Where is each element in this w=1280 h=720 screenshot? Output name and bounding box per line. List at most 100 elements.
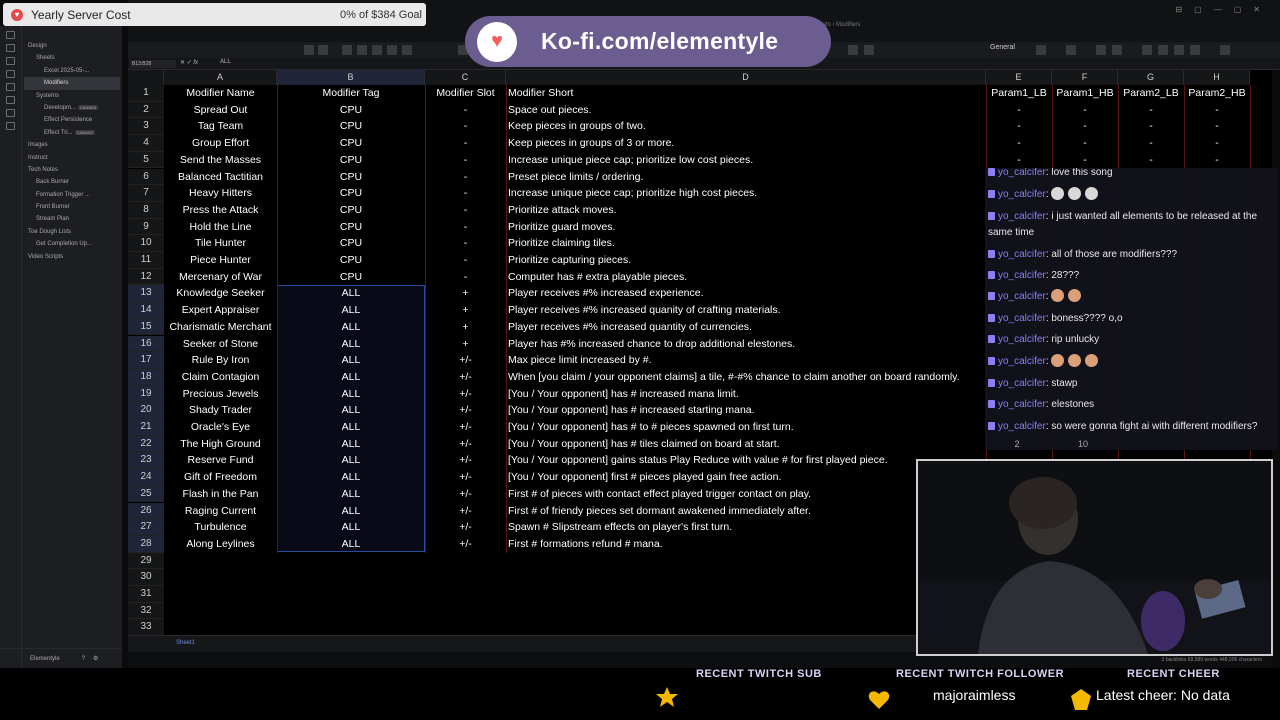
table-cell[interactable]: +/-: [425, 452, 506, 469]
table-cell[interactable]: -: [986, 135, 1052, 152]
column-header[interactable]: B: [277, 70, 425, 85]
sidebar-item[interactable]: Sheets: [24, 52, 120, 64]
table-cell[interactable]: ALL: [277, 352, 425, 369]
row-header[interactable]: 5: [128, 151, 164, 169]
table-cell[interactable]: -: [1184, 102, 1250, 119]
row-header[interactable]: 10: [128, 235, 164, 252]
chat-username[interactable]: yo_calcifer: [998, 270, 1046, 281]
table-cell[interactable]: [You / Your opponent] first # pieces pla…: [506, 469, 986, 486]
row-header[interactable]: 7: [128, 185, 164, 202]
row-header[interactable]: 23: [128, 452, 164, 470]
chat-username[interactable]: yo_calcifer: [998, 291, 1046, 302]
row-header[interactable]: 4: [128, 135, 164, 152]
table-cell[interactable]: Reserve Fund: [164, 452, 277, 469]
row-header[interactable]: 25: [128, 485, 164, 503]
merge-icon[interactable]: [864, 45, 874, 55]
table-cell[interactable]: Turbulence: [164, 519, 277, 536]
table-cell[interactable]: +/-: [425, 536, 506, 553]
chat-username[interactable]: yo_calcifer: [998, 421, 1046, 432]
sidebar-item[interactable]: Modifiers: [24, 77, 120, 90]
terminal-icon[interactable]: [6, 109, 15, 117]
table-cell[interactable]: -: [425, 102, 506, 119]
row-header[interactable]: 24: [128, 469, 164, 486]
table-cell[interactable]: -: [986, 102, 1052, 119]
table-cell[interactable]: [You / Your opponent] has # increased ma…: [506, 386, 986, 403]
row-header[interactable]: 14: [128, 302, 164, 319]
table-cell[interactable]: -: [1052, 135, 1118, 152]
table-cell[interactable]: Increase unique piece cap; prioritize lo…: [506, 152, 986, 169]
row-header[interactable]: 19: [128, 385, 164, 403]
table-cell[interactable]: Player receives #% increased quanity of …: [506, 302, 986, 319]
row-header[interactable]: 12: [128, 268, 164, 286]
table-cell[interactable]: Modifier Tag: [277, 85, 425, 102]
table-cell[interactable]: CPU: [277, 169, 425, 186]
table-cell[interactable]: -: [425, 269, 506, 286]
window-controls[interactable]: ⊟▢—▢✕: [1175, 5, 1272, 14]
table-cell[interactable]: Computer has # extra playable pieces.: [506, 269, 986, 286]
table-cell[interactable]: Keep pieces in groups of 3 or more.: [506, 135, 986, 152]
sidebar-item[interactable]: Excel 2025-05-...: [24, 65, 120, 77]
table-cell[interactable]: Gift of Freedom: [164, 469, 277, 486]
sidebar-item[interactable]: Tech Notes: [24, 164, 120, 176]
table-cell[interactable]: Press the Attack: [164, 202, 277, 219]
table-cell[interactable]: Tile Hunter: [164, 235, 277, 252]
format-painter-icon[interactable]: [342, 45, 352, 55]
redo-icon[interactable]: [318, 45, 328, 55]
table-cell[interactable]: -: [1184, 118, 1250, 135]
row-header[interactable]: 15: [128, 318, 164, 336]
row-header[interactable]: 17: [128, 352, 164, 369]
table-cell[interactable]: ALL: [277, 419, 425, 436]
percent-icon[interactable]: [1036, 45, 1046, 55]
table-cell[interactable]: [You / Your opponent] has # tiles claime…: [506, 436, 986, 453]
table-cell[interactable]: Param1_HB: [1052, 85, 1118, 102]
table-cell[interactable]: CPU: [277, 152, 425, 169]
select-all-corner[interactable]: [128, 70, 164, 85]
chat-username[interactable]: yo_calcifer: [998, 168, 1046, 178]
table-cell[interactable]: Mercenary of War: [164, 269, 277, 286]
table-cell[interactable]: Prioritize guard moves.: [506, 219, 986, 236]
table-cell[interactable]: -: [1052, 152, 1118, 169]
undo-icon[interactable]: [304, 45, 314, 55]
sidebar-item[interactable]: Design: [24, 40, 120, 52]
table-cell[interactable]: Prioritize capturing pieces.: [506, 252, 986, 269]
table-cell[interactable]: -: [1052, 118, 1118, 135]
table-cell[interactable]: First # of pieces with contact effect pl…: [506, 486, 986, 503]
table-cell[interactable]: CPU: [277, 185, 425, 202]
row-header[interactable]: 22: [128, 435, 164, 453]
help-icon[interactable]: ?: [82, 656, 85, 662]
chat-username[interactable]: yo_calcifer: [998, 378, 1046, 389]
table-cell[interactable]: Knowledge Seeker: [164, 285, 277, 302]
table-cell[interactable]: Rule By Iron: [164, 352, 277, 369]
cell-reference-box[interactable]: B13:B28: [130, 60, 176, 68]
table-cell[interactable]: -: [425, 219, 506, 236]
table-cell[interactable]: Prioritize attack moves.: [506, 202, 986, 219]
table-cell[interactable]: ALL: [277, 536, 425, 553]
folder-icon[interactable]: [1190, 45, 1200, 55]
sidebar-item[interactable]: Front Burner: [24, 201, 120, 213]
row-header[interactable]: 11: [128, 252, 164, 269]
table-cell[interactable]: Seeker of Stone: [164, 336, 277, 353]
column-header[interactable]: A: [164, 70, 277, 85]
table-cell[interactable]: -: [1118, 135, 1184, 152]
table-cell[interactable]: ALL: [277, 469, 425, 486]
sidebar-item[interactable]: Images: [24, 139, 120, 151]
table-cell[interactable]: Expert Appraiser: [164, 302, 277, 319]
table-cell[interactable]: ALL: [277, 336, 425, 353]
align-icon[interactable]: [848, 45, 858, 55]
table-cell[interactable]: ALL: [277, 486, 425, 503]
table-cell[interactable]: -: [425, 235, 506, 252]
column-header[interactable]: E: [986, 70, 1052, 85]
number-format-select[interactable]: General: [990, 44, 1015, 51]
table-cell[interactable]: -: [425, 169, 506, 186]
table-cell[interactable]: -: [1184, 152, 1250, 169]
table-cell[interactable]: -: [425, 135, 506, 152]
sheet-tab[interactable]: Sheet1: [176, 640, 195, 646]
chat-username[interactable]: yo_calcifer: [998, 249, 1046, 260]
sidebar-item[interactable]: Systems: [24, 90, 120, 102]
column-header[interactable]: G: [1118, 70, 1184, 85]
table-cell[interactable]: +/-: [425, 402, 506, 419]
table-cell[interactable]: Tag Team: [164, 118, 277, 135]
row-header[interactable]: 3: [128, 118, 164, 136]
table-cell[interactable]: Claim Contagion: [164, 369, 277, 386]
table-cell[interactable]: -: [1184, 135, 1250, 152]
